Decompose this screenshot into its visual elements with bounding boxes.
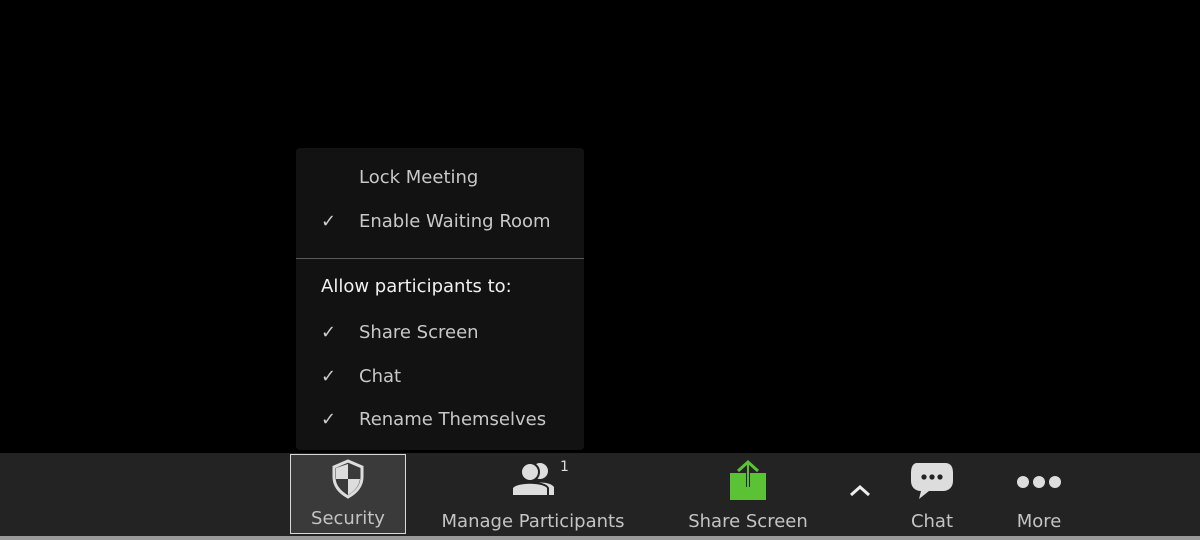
shield-icon [332, 459, 364, 499]
background-content-strip [0, 536, 1200, 540]
menu-item-share-screen[interactable]: ✓ Share Screen [296, 315, 584, 351]
menu-item-label: Share Screen [359, 322, 479, 343]
participants-icon [511, 462, 554, 497]
check-icon: ✓ [321, 322, 337, 343]
menu-item-enable-waiting-room[interactable]: ✓ Enable Waiting Room [296, 204, 584, 240]
participant-count-badge: 1 [560, 459, 569, 475]
menu-item-label: Rename Themselves [359, 409, 547, 430]
menu-item-label: Enable Waiting Room [359, 211, 551, 232]
menu-item-rename-themselves[interactable]: ✓ Rename Themselves [296, 402, 584, 438]
share-screen-label: Share Screen [688, 511, 808, 532]
check-icon: ✓ [321, 211, 337, 232]
check-icon: ✓ [321, 366, 337, 387]
manage-participants-button[interactable]: Manage Participants [436, 453, 630, 536]
more-label: More [1016, 511, 1062, 532]
menu-divider [296, 258, 584, 259]
more-dots-icon [1017, 476, 1061, 488]
security-menu: Lock Meeting ✓ Enable Waiting Room Allow… [296, 148, 584, 450]
share-screen-icon [730, 459, 766, 500]
chat-button[interactable]: Chat [895, 453, 969, 536]
chevron-up-icon [850, 485, 870, 497]
more-button[interactable]: More [1004, 453, 1074, 536]
manage-participants-label: Manage Participants [441, 511, 625, 532]
security-label: Security [311, 508, 385, 529]
meeting-toolbar: Security Manage Participants 1 Share Scr… [0, 453, 1200, 536]
share-screen-button[interactable]: Share Screen [680, 453, 816, 536]
menu-item-lock-meeting[interactable]: Lock Meeting [296, 160, 584, 196]
share-options-chevron[interactable] [845, 453, 875, 536]
check-icon: ✓ [321, 409, 337, 430]
security-button[interactable]: Security [290, 454, 406, 534]
chat-bubble-icon [911, 463, 953, 499]
menu-item-label: Lock Meeting [359, 167, 479, 188]
menu-item-chat[interactable]: ✓ Chat [296, 359, 584, 395]
chat-label: Chat [910, 511, 954, 532]
section-title: Allow participants to: [321, 276, 512, 297]
menu-item-label: Chat [359, 366, 402, 387]
